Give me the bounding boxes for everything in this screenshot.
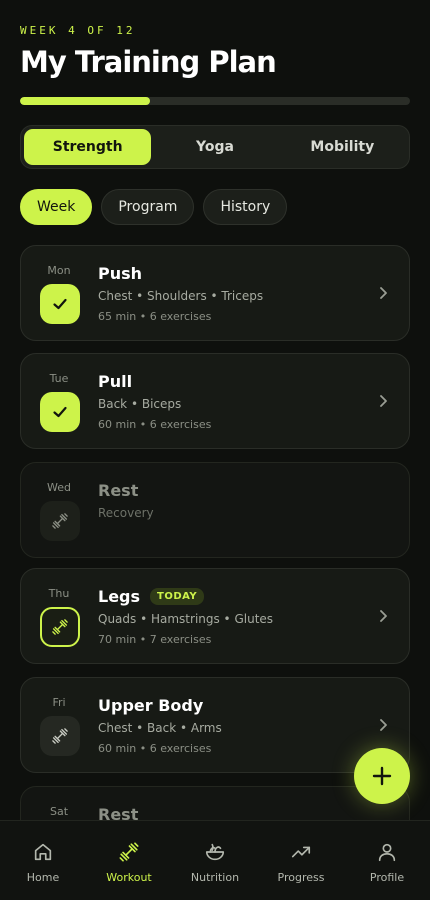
tab-workout[interactable]: Workout <box>86 821 172 900</box>
chevron-right-icon <box>377 607 389 625</box>
discipline-segmented-control: Strength Yoga Mobility <box>20 125 410 169</box>
tab-progress[interactable]: Progress <box>258 821 344 900</box>
program-progress-bar <box>20 97 410 105</box>
workout-card-thu[interactable]: Thu Legs TODAY Quads • Hamstrings • Glutes 7… <box>20 568 410 664</box>
view-filter-chips: Week Program History <box>20 189 288 225</box>
header: WEEK 4 OF 12 My Training Plan <box>20 24 410 79</box>
bottom-tab-bar: Home Workout Nutrition Progress Profile <box>0 820 430 900</box>
segment-strength[interactable]: Strength <box>24 129 152 165</box>
workout-name: Push <box>98 264 143 283</box>
workout-name: Rest <box>98 481 139 500</box>
workout-name-row: Pull <box>98 372 132 391</box>
dumbbell-icon <box>118 841 140 863</box>
workout-day-label: Fri <box>52 696 66 709</box>
plus-icon <box>372 766 392 786</box>
salad-bowl-icon <box>204 841 226 863</box>
workout-muscle-groups: Chest • Back • Arms <box>98 721 222 735</box>
workout-day-label: Thu <box>48 587 70 600</box>
workout-card-fri[interactable]: Fri Upper Body Chest • Back • Arms 60 min •… <box>20 677 410 773</box>
workout-muscle-groups: Quads • Hamstrings • Glutes <box>98 612 274 626</box>
dumbbell-icon <box>51 618 69 636</box>
chip-program[interactable]: Program <box>101 189 195 225</box>
segment-yoga[interactable]: Yoga <box>151 129 278 165</box>
tab-label: Home <box>26 871 60 884</box>
user-icon <box>376 841 398 863</box>
week-label: WEEK 4 OF 12 <box>20 24 136 37</box>
workout-card-sat: Sat Rest <box>20 786 410 820</box>
workout-name-row: Rest <box>98 805 138 820</box>
dumbbell-icon <box>51 512 69 530</box>
dumbbell-icon <box>51 727 69 745</box>
check-icon <box>51 403 69 421</box>
trend-up-icon <box>290 841 312 863</box>
workout-name-row: Rest <box>98 481 138 500</box>
tab-label: Nutrition <box>190 871 240 884</box>
workout-list: Mon Push Chest • Shoulders • Triceps 65 min… <box>20 245 410 820</box>
workout-duration-meta: 60 min • 6 exercises <box>98 418 212 431</box>
workout-name-row: Upper Body <box>98 696 203 715</box>
workout-day-label: Wed <box>47 481 71 494</box>
workout-name-row: Push <box>98 264 142 283</box>
workout-status-badge <box>40 607 80 647</box>
add-workout-button[interactable] <box>354 748 410 804</box>
workout-name-row: Legs TODAY <box>98 587 205 606</box>
workout-duration-meta: 65 min • 6 exercises <box>98 310 212 323</box>
chip-week[interactable]: Week <box>20 189 93 225</box>
tab-label: Workout <box>106 871 152 884</box>
workout-muscle-groups: Recovery <box>98 506 154 520</box>
workout-status-badge <box>40 501 80 541</box>
workout-name: Pull <box>98 372 133 391</box>
workout-name: Upper Body <box>98 696 204 715</box>
workout-day-label: Tue <box>49 372 69 385</box>
workout-muscle-groups: Back • Biceps <box>98 397 182 411</box>
workout-day-label: Mon <box>47 264 71 277</box>
completed-badge <box>40 392 80 432</box>
home-icon <box>32 841 54 863</box>
chip-history[interactable]: History <box>203 189 288 225</box>
completed-badge <box>40 284 80 324</box>
today-badge: TODAY <box>150 588 205 605</box>
tab-label: Progress <box>277 871 325 884</box>
workout-card-mon[interactable]: Mon Push Chest • Shoulders • Triceps 65 min… <box>20 245 410 341</box>
workout-name: Legs <box>98 587 141 606</box>
workout-muscle-groups: Chest • Shoulders • Triceps <box>98 289 264 303</box>
tab-home[interactable]: Home <box>0 821 86 900</box>
chevron-right-icon <box>377 716 389 734</box>
workout-status-badge <box>40 716 80 756</box>
page-title: My Training Plan <box>20 45 277 79</box>
tab-nutrition[interactable]: Nutrition <box>172 821 258 900</box>
check-icon <box>51 295 69 313</box>
workout-duration-meta: 60 min • 6 exercises <box>98 742 212 755</box>
program-progress-fill <box>20 97 150 105</box>
segment-mobility[interactable]: Mobility <box>279 129 406 165</box>
workout-duration-meta: 70 min • 7 exercises <box>98 633 212 646</box>
workout-card-wed: Wed Rest Recovery <box>20 462 410 558</box>
tab-profile[interactable]: Profile <box>344 821 430 900</box>
workout-card-tue[interactable]: Tue Pull Back • Biceps 60 min • 6 exercises <box>20 353 410 449</box>
workout-day-label: Sat <box>49 805 69 818</box>
chevron-right-icon <box>377 392 389 410</box>
chevron-right-icon <box>377 284 389 302</box>
workout-name: Rest <box>98 805 139 820</box>
tab-label: Profile <box>369 871 405 884</box>
